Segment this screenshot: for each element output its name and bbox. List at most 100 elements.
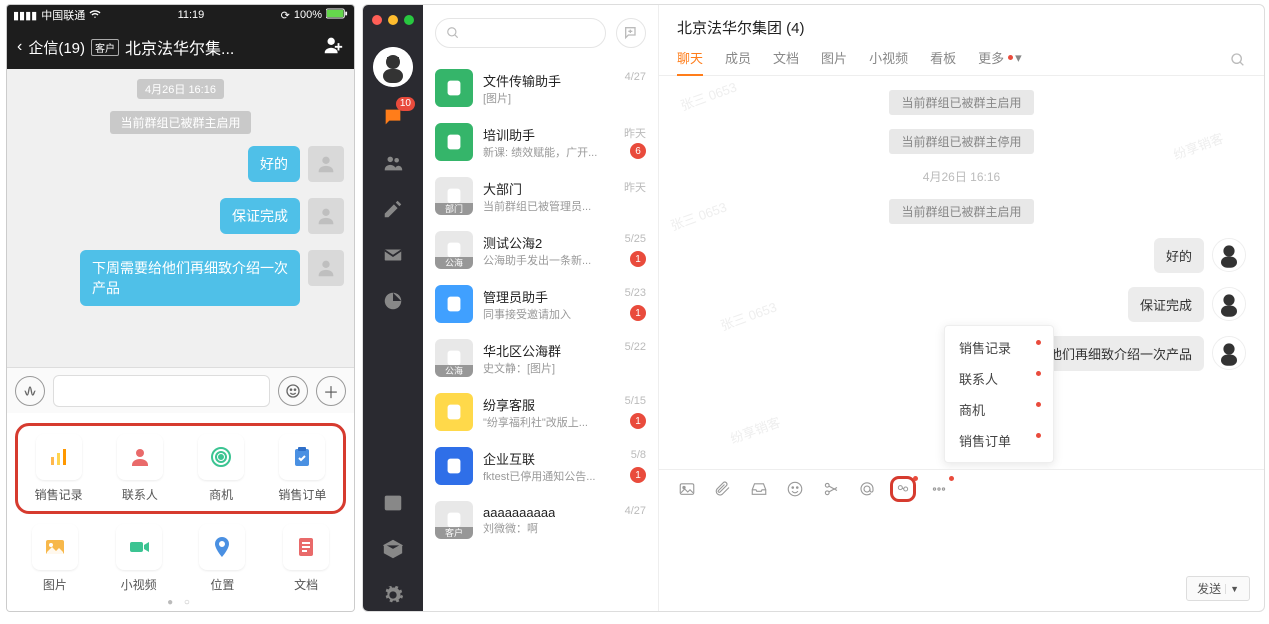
back-label[interactable]: 企信(19) xyxy=(28,37,85,58)
page-indicator: ● ○ xyxy=(15,597,346,608)
nav-stats-icon[interactable] xyxy=(373,285,413,317)
avatar[interactable] xyxy=(1212,336,1246,370)
voice-icon[interactable] xyxy=(15,376,45,406)
toolbar-attach-icon[interactable] xyxy=(713,479,733,499)
tab-more[interactable]: 更多▾ xyxy=(978,48,1022,75)
nav-settings-icon[interactable] xyxy=(373,579,413,611)
toolbar-inbox-icon[interactable] xyxy=(749,479,769,499)
message-bubble[interactable]: 保证完成 xyxy=(220,198,300,234)
popup-sales-record[interactable]: 销售记录 xyxy=(945,332,1053,363)
nav-mail-icon[interactable] xyxy=(373,239,413,271)
send-button[interactable]: 发送 ▼ xyxy=(1186,576,1250,601)
search-input[interactable] xyxy=(435,18,606,48)
tray-label: 位置 xyxy=(210,576,234,593)
message-input[interactable] xyxy=(53,375,270,407)
system-message: 当前群组已被群主停用 xyxy=(889,129,1033,154)
tray-location[interactable]: 位置 xyxy=(183,524,263,593)
nav-contacts-icon[interactable] xyxy=(373,147,413,179)
conversation-row[interactable]: 文件传输助手4/27 [图片] xyxy=(423,61,658,115)
conversation-preview: 新课: 绩效赋能，广开... xyxy=(483,144,646,160)
conversation-row[interactable]: 企业互联5/8 fktest已停用通知公告... 1 xyxy=(423,439,658,493)
avatar[interactable] xyxy=(308,146,344,182)
tray-image[interactable]: 图片 xyxy=(15,524,95,593)
mobile-chat-area[interactable]: 4月26日 16:16 当前群组已被群主启用 好的 保证完成 下周需要给他们再细… xyxy=(7,69,354,367)
conversation-row[interactable]: 公海 测试公海25/25 公海助手发出一条新... 1 xyxy=(423,223,658,277)
mobile-input-bar: ＋ xyxy=(7,367,354,413)
chat-messages-area[interactable]: 张三 0653 张三 0653 纷享销客 张三 0653 纷享销客 当前群组已被… xyxy=(659,76,1264,469)
zoom-dot-icon[interactable] xyxy=(404,15,414,25)
tab-video[interactable]: 小视频 xyxy=(869,48,908,75)
window-traffic-lights[interactable] xyxy=(372,11,414,33)
conversation-avatar: 客户 xyxy=(435,501,473,539)
conversation-name: 纷享客服 xyxy=(483,395,535,414)
toolbar-more-icon[interactable] xyxy=(929,479,949,499)
chat-title: 北京法华尔集... xyxy=(125,35,234,59)
emoji-icon[interactable] xyxy=(278,376,308,406)
tab-docs[interactable]: 文档 xyxy=(773,48,799,75)
toolbar-scissors-icon[interactable] xyxy=(821,479,841,499)
conversation-name: 大部门 xyxy=(483,179,522,198)
toolbar-emoji-icon[interactable] xyxy=(785,479,805,499)
avatar[interactable] xyxy=(308,250,344,286)
new-chat-icon[interactable] xyxy=(616,18,646,48)
popup-contact[interactable]: 联系人 xyxy=(945,363,1053,394)
conversation-row[interactable]: 纷享客服5/15 "纷享福利社"改版上... 1 xyxy=(423,385,658,439)
conversation-preview: "纷享福利社"改版上... xyxy=(483,414,646,430)
toolbar-mention-icon[interactable] xyxy=(857,479,877,499)
tab-images[interactable]: 图片 xyxy=(821,48,847,75)
conversation-date: 5/15 xyxy=(625,395,646,414)
message-bubble[interactable]: 好的 xyxy=(1154,238,1204,273)
nav-chat-icon[interactable]: 10 xyxy=(373,101,413,133)
message-bubble[interactable]: 保证完成 xyxy=(1128,287,1204,322)
tray-sales-order[interactable]: 销售订单 xyxy=(264,434,341,503)
user-avatar[interactable] xyxy=(373,47,413,87)
tray-video[interactable]: 小视频 xyxy=(99,524,179,593)
battery-icon xyxy=(326,8,348,22)
message-editor[interactable]: 发送 ▼ xyxy=(659,507,1264,611)
back-icon[interactable]: ‹ xyxy=(17,38,22,56)
conversation-row[interactable]: 公海 华北区公海群5/22 史文静：[图片] xyxy=(423,331,658,385)
conversation-date: 5/23 xyxy=(625,287,646,306)
tray-contact[interactable]: 联系人 xyxy=(101,434,178,503)
target-icon xyxy=(198,434,244,480)
person-icon xyxy=(117,434,163,480)
date-chip: 4月26日 16:16 xyxy=(137,79,224,99)
nav-edit-icon[interactable] xyxy=(373,193,413,225)
message-bubble[interactable]: 下周需要给他们再细致介绍一次产品 xyxy=(80,250,300,306)
tray-opportunity[interactable]: 商机 xyxy=(183,434,260,503)
conversation-row[interactable]: 客户 aaaaaaaaaa4/27 刘微微：啊 xyxy=(423,493,658,547)
nav-window-icon[interactable] xyxy=(373,487,413,519)
tab-members[interactable]: 成员 xyxy=(725,48,751,75)
mobile-nav-bar: ‹ 企信(19) 客户 北京法华尔集... xyxy=(7,25,354,69)
conversation-date: 昨天 xyxy=(624,179,646,198)
conversation-list[interactable]: 文件传输助手4/27 [图片] 培训助手昨天 新课: 绩效赋能，广开... 6 … xyxy=(423,61,658,611)
add-member-icon[interactable] xyxy=(322,34,344,61)
avatar[interactable] xyxy=(1212,238,1246,272)
popup-sales-order[interactable]: 销售订单 xyxy=(945,425,1053,456)
chat-tabs: 聊天 成员 文档 图片 小视频 看板 更多▾ xyxy=(659,38,1264,76)
system-message: 当前群组已被群主启用 xyxy=(110,111,250,134)
conversation-preview: 刘微微：啊 xyxy=(483,520,646,536)
conversation-row[interactable]: 培训助手昨天 新课: 绩效赋能，广开... 6 xyxy=(423,115,658,169)
conversation-avatar: 公海 xyxy=(435,339,473,377)
close-dot-icon[interactable] xyxy=(372,15,382,25)
avatar[interactable] xyxy=(1212,287,1246,321)
nav-box-icon[interactable] xyxy=(373,533,413,565)
minimize-dot-icon[interactable] xyxy=(388,15,398,25)
chat-search-icon[interactable] xyxy=(1230,52,1246,71)
tray-document[interactable]: 文档 xyxy=(266,524,346,593)
tab-board[interactable]: 看板 xyxy=(930,48,956,75)
toolbar-crm-icon[interactable] xyxy=(893,479,913,499)
toolbar-image-icon[interactable] xyxy=(677,479,697,499)
conversation-row[interactable]: 部门 大部门昨天 当前群组已被管理员... xyxy=(423,169,658,223)
tray-sales-record[interactable]: 销售记录 xyxy=(20,434,97,503)
message-bubble[interactable]: 好的 xyxy=(248,146,300,182)
conversation-row[interactable]: 管理员助手5/23 同事接受邀请加入 1 xyxy=(423,277,658,331)
popup-opportunity[interactable]: 商机 xyxy=(945,394,1053,425)
plus-icon[interactable]: ＋ xyxy=(316,376,346,406)
clipboard-icon xyxy=(279,434,325,480)
avatar[interactable] xyxy=(308,198,344,234)
editor-toolbar xyxy=(659,469,1264,507)
conversation-panel: 文件传输助手4/27 [图片] 培训助手昨天 新课: 绩效赋能，广开... 6 … xyxy=(423,5,659,611)
tab-chat[interactable]: 聊天 xyxy=(677,48,703,75)
